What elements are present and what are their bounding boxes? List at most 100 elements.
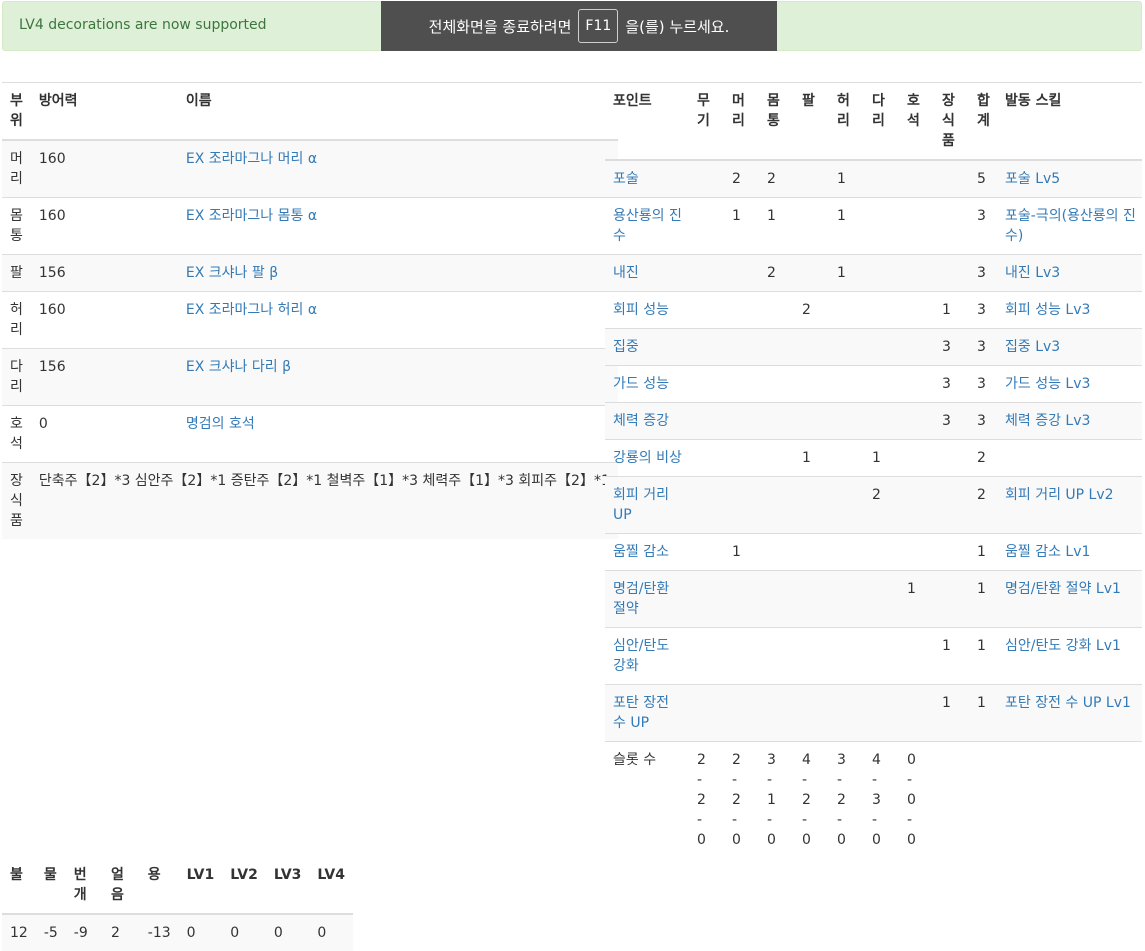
point-value: [689, 684, 724, 742]
point-value: [934, 439, 969, 477]
point-value: [864, 159, 899, 198]
point-value: [899, 439, 934, 477]
point-value: [864, 627, 899, 685]
point-value: [829, 627, 864, 685]
point-value: [794, 159, 829, 198]
point-value: [794, 570, 829, 628]
skill-link[interactable]: 포술-극의(용산룡의 진수): [1005, 208, 1136, 244]
skill-link[interactable]: 회피 거리 UP Lv2: [1005, 487, 1114, 503]
point-value: [864, 402, 899, 440]
point-value: [934, 476, 969, 534]
point-value: [899, 533, 934, 571]
point-value: [689, 570, 724, 628]
point-value: [759, 476, 794, 534]
point-value: 2: [724, 159, 759, 198]
point-value: [794, 627, 829, 685]
skill-link[interactable]: 내진 Lv3: [1005, 265, 1060, 281]
point-value: [794, 197, 829, 255]
points-row: 회피 거리 UP 2 2 회피 거리 UP Lv2: [605, 476, 1142, 534]
point-value: [934, 533, 969, 571]
equipment-defense: 160: [30, 197, 178, 255]
point-total: 5: [969, 159, 997, 198]
point-name-link[interactable]: 집중: [613, 339, 639, 355]
point-value: 3: [934, 402, 969, 440]
point-name-link[interactable]: 내진: [613, 265, 639, 281]
point-value: [724, 570, 759, 628]
point-value: [864, 328, 899, 366]
point-value: [864, 254, 899, 292]
resistance-table: 불 물 번개 얼음 용 LV1 LV2 LV3 LV4 12 -5 -9 2 -…: [2, 857, 353, 951]
point-value: [759, 533, 794, 571]
point-value: [829, 533, 864, 571]
fullscreen-suffix: 을(를) 누르세요.: [625, 17, 730, 36]
point-value: [829, 570, 864, 628]
point-name-link[interactable]: 움찔 감소: [613, 544, 669, 560]
points-header-weapon: 무기: [697, 93, 710, 129]
point-value: [899, 684, 934, 742]
point-value: [829, 365, 864, 403]
points-row: 내진 2 1 3 내진 Lv3: [605, 254, 1142, 292]
resist-value: 0: [178, 913, 223, 951]
equipment-name-link[interactable]: EX 조라마그나 몸통 α: [186, 208, 317, 224]
point-value: [899, 627, 934, 685]
point-name-link[interactable]: 체력 증강: [613, 413, 669, 429]
equipment-defense: 156: [30, 254, 178, 292]
equipment-name-link[interactable]: 명검의 호석: [186, 416, 255, 432]
points-row: 움찔 감소 1 1 움찔 감소 Lv1: [605, 533, 1142, 571]
point-name-link[interactable]: 가드 성능: [613, 376, 669, 392]
skill-link[interactable]: 심안/탄도 강화 Lv1: [1005, 638, 1121, 654]
point-name-link[interactable]: 심안/탄도 강화: [613, 638, 669, 674]
point-total: 2: [969, 476, 997, 534]
point-total: 3: [969, 365, 997, 403]
skill-link[interactable]: 포탄 장전 수 UP Lv1: [1005, 695, 1131, 711]
skill-link[interactable]: 가드 성능 Lv3: [1005, 376, 1090, 392]
point-name-link[interactable]: 포술: [613, 171, 639, 187]
point-value: 1: [934, 291, 969, 329]
skill-link[interactable]: 명검/탄환 절약 Lv1: [1005, 581, 1121, 597]
point-value: [864, 570, 899, 628]
point-total: 3: [969, 197, 997, 255]
point-value: [689, 365, 724, 403]
points-row: 포술 2 2 1 5 포술 Lv5: [605, 159, 1142, 198]
point-value: [759, 570, 794, 628]
point-value: [724, 684, 759, 742]
point-value: [899, 197, 934, 255]
point-value: [759, 439, 794, 477]
skill-link[interactable]: 회피 성능 Lv3: [1005, 302, 1090, 318]
points-row: 용산룡의 진수 1 1 1 3 포술-극의(용산룡의 진수): [605, 197, 1142, 255]
point-value: [899, 365, 934, 403]
point-value: [864, 365, 899, 403]
slot-count: 4-2-0: [802, 752, 811, 848]
resist-header-fire: 불: [2, 857, 36, 915]
point-name-link[interactable]: 용산룡의 진수: [613, 208, 682, 244]
point-value: [899, 291, 934, 329]
points-header-point: 포인트: [605, 82, 689, 161]
equipment-name-link[interactable]: EX 조라마그나 머리 α: [186, 151, 317, 167]
equipment-name-link[interactable]: EX 크샤나 다리 β: [186, 359, 291, 375]
equipment-row: 머리 160 EX 조라마그나 머리 α: [2, 139, 618, 198]
points-header-waist: 허리: [837, 93, 850, 129]
slots-label: 슬롯 수: [605, 741, 689, 858]
skill-link[interactable]: 집중 Lv3: [1005, 339, 1060, 355]
skill-link[interactable]: 포술 Lv5: [1005, 171, 1060, 187]
point-value: [829, 684, 864, 742]
point-name-link[interactable]: 회피 거리 UP: [613, 487, 669, 523]
point-value: 1: [899, 570, 934, 628]
point-value: [724, 291, 759, 329]
equipment-defense: 160: [30, 291, 178, 349]
point-name-link[interactable]: 회피 성능: [613, 302, 669, 318]
points-header-row: 포인트 무기 머리 몸통 팔 허리 다리 호석 장식품 합계 발동 스킬: [605, 82, 1142, 161]
point-name-link[interactable]: 강룡의 비상: [613, 450, 682, 466]
f11-key-hint: F11: [578, 9, 619, 43]
point-value: 1: [759, 197, 794, 255]
point-total: 3: [969, 291, 997, 329]
skill-link[interactable]: 움찔 감소 Lv1: [1005, 544, 1090, 560]
point-name-link[interactable]: 명검/탄환 절약: [613, 581, 669, 617]
point-name-link[interactable]: 포탄 장전 수 UP: [613, 695, 669, 731]
resistance-values-row: 12 -5 -9 2 -13 0 0 0 0: [2, 913, 353, 951]
point-value: [934, 197, 969, 255]
point-value: [934, 159, 969, 198]
skill-link[interactable]: 체력 증강 Lv3: [1005, 413, 1090, 429]
equipment-name-link[interactable]: EX 조라마그나 허리 α: [186, 302, 317, 318]
equipment-name-link[interactable]: EX 크샤나 팔 β: [186, 265, 278, 281]
